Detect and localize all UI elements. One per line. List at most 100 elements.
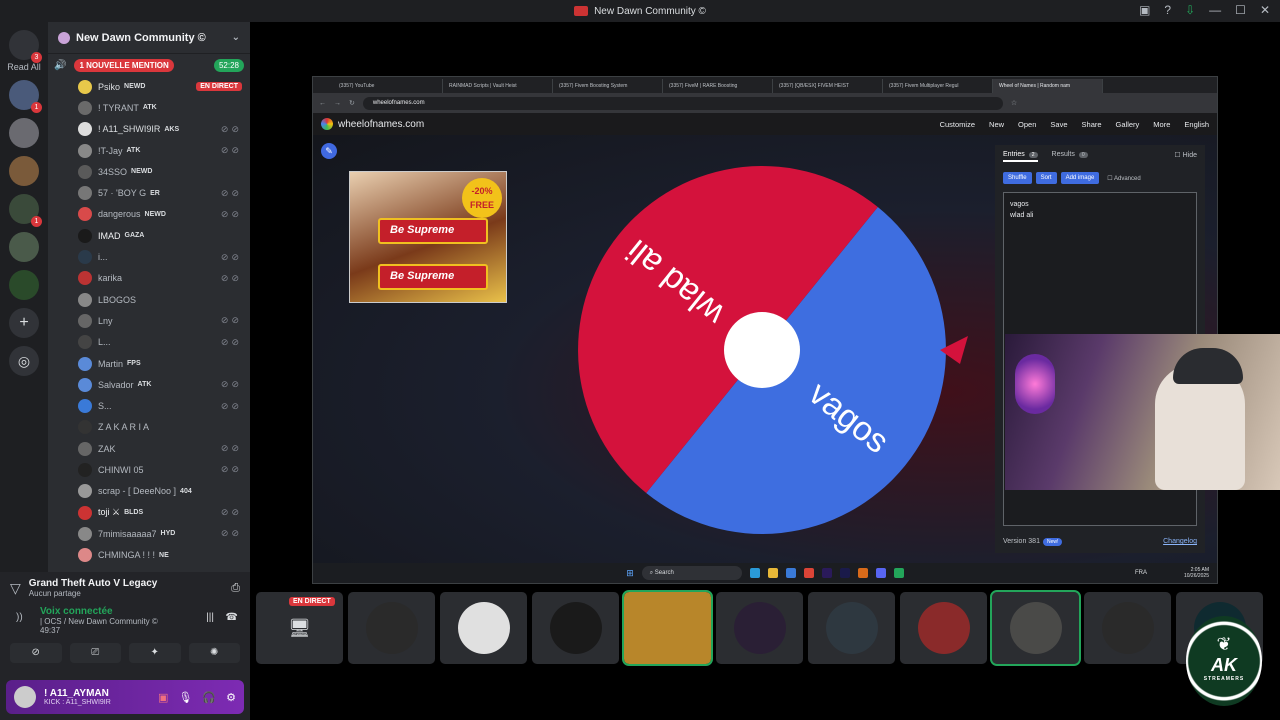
participant-tile[interactable] — [808, 592, 895, 664]
participant-tile[interactable] — [532, 592, 619, 664]
menu-save[interactable]: Save — [1050, 120, 1067, 129]
participant-tile[interactable] — [348, 592, 435, 664]
download-icon[interactable]: ⇩ — [1185, 3, 1195, 17]
after-effects-icon[interactable] — [839, 568, 850, 578]
menu-share[interactable]: Share — [1082, 120, 1102, 129]
microphone-icon[interactable]: 🎙 — [178, 691, 192, 704]
read-all-button[interactable]: Read All — [0, 62, 48, 72]
menu-customize[interactable]: Customize — [940, 120, 975, 129]
participant-tile[interactable] — [900, 592, 987, 664]
language-indicator[interactable]: FRA — [1135, 570, 1147, 576]
participant-tile[interactable] — [440, 592, 527, 664]
browser-tab[interactable]: RAINMAD Scripts | Vault Heist — [443, 79, 553, 93]
tab-entries[interactable]: Entries 2 — [1003, 151, 1038, 162]
app-icon[interactable] — [785, 568, 796, 578]
back-icon[interactable]: ← — [319, 100, 326, 107]
browser-tab[interactable]: (3357) [QB/ESX] FIVEM HEIST — [773, 79, 883, 93]
voice-user[interactable]: scrap - [ DeeeNoo ] 404 — [48, 481, 250, 502]
server-icon[interactable] — [9, 156, 39, 186]
browser-tab[interactable]: (3357) YouTube — [333, 79, 443, 93]
game-activity[interactable]: ▽ Grand Theft Auto V Legacy Aucun partag… — [0, 572, 250, 604]
server-icon[interactable]: 1 — [9, 80, 42, 113]
url-field[interactable]: wheelofnames.com — [362, 96, 1003, 110]
wheel-of-names[interactable]: vagoswlad ali — [576, 164, 968, 536]
browser-tab[interactable]: (3357) Fivem Multiplayer Regul — [883, 79, 993, 93]
explore-icon[interactable]: ◎ — [9, 346, 39, 376]
changelog-link[interactable]: Changelog — [1163, 538, 1197, 545]
voice-user[interactable]: ! TYRANT ATK — [48, 97, 250, 118]
edge-icon[interactable] — [749, 568, 760, 578]
explorer-icon[interactable] — [767, 568, 778, 578]
server-icon[interactable] — [9, 232, 39, 262]
voice-channel-path[interactable]: | OCS / New Dawn Community © — [40, 617, 158, 626]
voice-user[interactable]: 57 · 'BOY G ER ⊘⊘ — [48, 182, 250, 203]
voice-user[interactable]: 34SSO NEWD — [48, 161, 250, 182]
browser-tab[interactable]: Wheel of Names | Random nam — [993, 79, 1103, 93]
participant-tile[interactable] — [716, 592, 803, 664]
voice-user[interactable]: Z A K A R I A — [48, 417, 250, 438]
voice-user[interactable]: L... ⊘⊘ — [48, 332, 250, 353]
disconnect-icon[interactable]: ☎ — [226, 612, 238, 623]
participant-tile[interactable] — [622, 590, 713, 666]
shuffle-button[interactable]: Shuffle — [1003, 172, 1032, 184]
help-icon[interactable]: ? — [1164, 3, 1171, 17]
activities-button[interactable]: ✦ — [129, 643, 181, 663]
edit-pen-icon[interactable]: ✎ — [321, 143, 337, 159]
voice-user[interactable]: Psiko NEWD EN DIRECT — [48, 76, 250, 97]
stream-button[interactable]: ⎚ — [69, 643, 121, 663]
voice-user[interactable]: 7mimisaaaaa7 HYD ⊘⊘ — [48, 523, 250, 544]
windows-start-icon[interactable]: ⊞ — [626, 568, 634, 579]
add-server-icon[interactable]: + — [9, 308, 39, 338]
app-icon[interactable] — [857, 568, 868, 578]
mention-badge[interactable]: 1 NOUVELLE MENTION — [74, 58, 174, 72]
close-button[interactable]: ✕ — [1260, 3, 1270, 17]
server-header[interactable]: New Dawn Community © ⌄ — [48, 22, 250, 54]
discord-taskbar-icon[interactable] — [875, 568, 886, 578]
site-name[interactable]: wheelofnames.com — [338, 119, 424, 130]
voice-user[interactable]: Lny ⊘⊘ — [48, 310, 250, 331]
forward-icon[interactable]: → — [334, 100, 341, 107]
advanced-checkbox[interactable]: ☐ Advanced — [1107, 172, 1140, 184]
voice-user[interactable]: dangerous NEWD ⊘⊘ — [48, 204, 250, 225]
menu-new[interactable]: New — [989, 120, 1004, 129]
camera-icon[interactable]: ▣ — [158, 691, 168, 704]
sort-button[interactable]: Sort — [1035, 172, 1057, 184]
chevron-down-icon[interactable]: ⌄ — [232, 32, 240, 43]
server-icon[interactable] — [9, 118, 39, 148]
chrome-icon[interactable] — [803, 568, 814, 578]
voice-user[interactable]: ZAK ⊘⊘ — [48, 438, 250, 459]
voice-user[interactable]: CHMINGA ! ! ! NE — [48, 545, 250, 566]
reload-icon[interactable]: ↻ — [349, 99, 355, 107]
participant-tile[interactable] — [1084, 592, 1171, 664]
browser-tab[interactable]: (3357) FiveM | RARE Boosting — [663, 79, 773, 93]
bookmark-star-icon[interactable]: ☆ — [1011, 99, 1017, 107]
voice-user[interactable]: ! A11_SHWI9IR AKS ⊘⊘ — [48, 119, 250, 140]
voice-user[interactable]: Martin FPS — [48, 353, 250, 374]
wheel-center-button[interactable] — [724, 312, 800, 388]
voice-user[interactable]: i... ⊘⊘ — [48, 246, 250, 267]
participant-tile[interactable]: EN DIRECT 🖥 — [256, 592, 343, 664]
inbox-icon[interactable]: ▣ — [1139, 3, 1150, 17]
noise-suppression-icon[interactable]: ||| — [206, 612, 214, 623]
discord-home-icon[interactable]: 3 — [9, 30, 42, 63]
browser-tab[interactable]: (3357) Fivem Boosting System — [553, 79, 663, 93]
voice-user[interactable]: !T-Jay ATK ⊘⊘ — [48, 140, 250, 161]
voice-user[interactable]: Salvador ATK ⊘⊘ — [48, 374, 250, 395]
advertisement[interactable]: -20% FREE Be Supreme Be Supreme — [349, 171, 507, 303]
taskbar-search[interactable]: ⌕ Search — [641, 566, 742, 580]
voice-user[interactable]: IMAD GAZA — [48, 225, 250, 246]
headphones-icon[interactable]: 🎧 — [202, 691, 216, 704]
voice-user[interactable]: toji ⚔ BLDS ⊘⊘ — [48, 502, 250, 523]
app-icon[interactable] — [893, 568, 904, 578]
soundboard-button[interactable]: ✺ — [188, 643, 240, 663]
voice-user[interactable]: karika ⊘⊘ — [48, 268, 250, 289]
menu-gallery[interactable]: Gallery — [1116, 120, 1140, 129]
hide-checkbox[interactable]: ☐ Hide — [1174, 151, 1197, 162]
voice-user[interactable]: S... ⊘⊘ — [48, 395, 250, 416]
live-badge[interactable]: EN DIRECT — [196, 82, 242, 92]
menu-english[interactable]: English — [1184, 120, 1209, 129]
premiere-icon[interactable] — [821, 568, 832, 578]
settings-gear-icon[interactable]: ⚙ — [226, 691, 236, 704]
maximize-button[interactable]: ☐ — [1235, 3, 1246, 17]
voice-user[interactable]: LBOGOS — [48, 289, 250, 310]
